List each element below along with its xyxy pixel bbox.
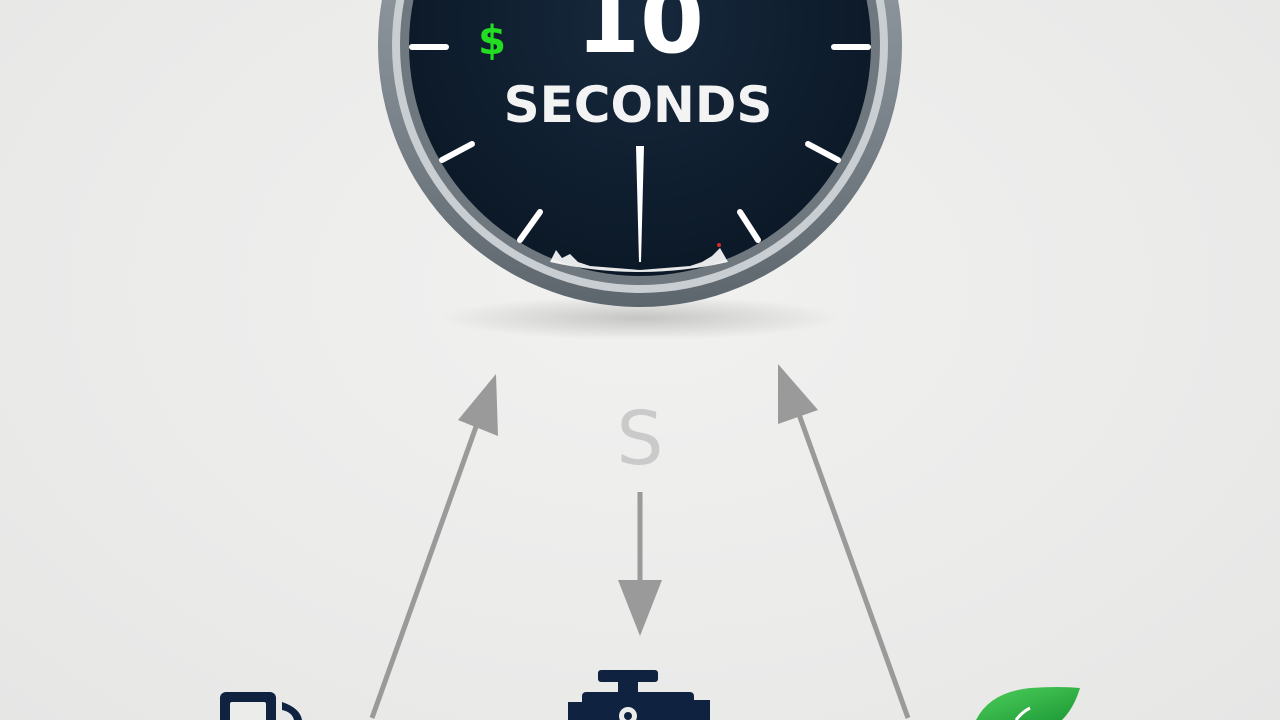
- dial-red-dot: [717, 243, 721, 247]
- leaf-icon: [976, 687, 1080, 720]
- arrow-center: [618, 492, 662, 636]
- arrow-center-head: [618, 580, 662, 636]
- illustration: 10 SECONDS $ S: [0, 0, 1280, 720]
- engine-icon: [568, 670, 710, 720]
- fuel-pump-icon: [220, 692, 302, 720]
- arrow-left: [369, 374, 498, 719]
- timer-illustration: 10 SECONDS $ S: [220, 0, 1080, 720]
- arrow-right-head: [778, 364, 818, 424]
- faded-label: S: [617, 396, 664, 482]
- timer-unit: SECONDS: [504, 76, 773, 134]
- arrow-right-shaft: [793, 405, 911, 719]
- arrow-left-shaft: [369, 409, 485, 719]
- timer-number: 10: [576, 0, 704, 74]
- arrow-right: [778, 364, 911, 719]
- dollar-sign: $: [478, 18, 506, 64]
- stopwatch-dial: 10 SECONDS $: [378, 0, 902, 307]
- arrow-left-head: [458, 374, 498, 436]
